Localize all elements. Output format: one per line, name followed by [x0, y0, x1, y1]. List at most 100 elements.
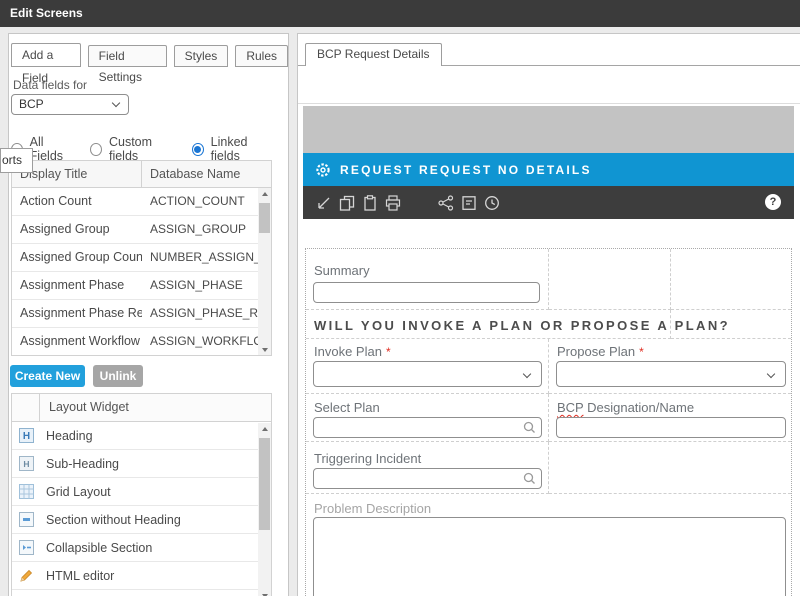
history-icon[interactable] — [484, 195, 500, 211]
select-plan-search-field — [313, 417, 542, 438]
form-cell-summary: Summary — [306, 249, 549, 310]
tab-rules[interactable]: Rules — [235, 45, 288, 67]
select-plan-input[interactable] — [313, 417, 542, 438]
print-icon[interactable] — [385, 194, 401, 211]
data-fields-select[interactable]: BCP — [11, 94, 129, 115]
summary-label: Summary — [314, 263, 370, 278]
widgets-table-scrollbar[interactable] — [258, 423, 271, 596]
column-header-database-name: Database Name — [150, 167, 241, 181]
tab-field-settings[interactable]: Field Settings — [87, 45, 167, 84]
collapsible-icon — [12, 540, 40, 555]
pin-icon[interactable] — [316, 195, 332, 211]
subheading-icon: H — [12, 456, 40, 471]
display-title-cell: Assigned Group Count — [20, 250, 142, 264]
widget-row-subheading[interactable]: H Sub-Heading — [12, 450, 271, 478]
create-new-button[interactable]: Create New — [10, 365, 85, 387]
table-row[interactable]: Assignment Phase ASSIGN_PHASE — [12, 272, 271, 300]
heading-icon: H — [12, 428, 40, 443]
invoke-plan-label: Invoke Plan * — [314, 344, 391, 359]
problem-description-textarea[interactable] — [313, 517, 786, 596]
search-icon[interactable] — [523, 421, 536, 434]
form-icon[interactable] — [461, 195, 477, 211]
fields-table-body: Action Count ACTION_COUNT Assigned Group… — [11, 188, 272, 356]
invoke-plan-select[interactable] — [313, 361, 542, 387]
widget-row-section-without-heading[interactable]: Section without Heading — [12, 506, 271, 534]
preview-banner-placeholder — [303, 106, 794, 153]
app-window: Edit Screens Add a Field Field Settings … — [0, 0, 800, 596]
scroll-down-icon[interactable] — [258, 343, 271, 355]
section-icon — [12, 512, 40, 527]
tab-bcp-request-details[interactable]: BCP Request Details — [305, 43, 442, 66]
data-fields-selected-value: BCP — [19, 97, 44, 111]
chevron-down-icon — [522, 369, 532, 379]
radio-label: Linked fields — [210, 135, 248, 163]
bcp-word: BCP — [557, 400, 584, 415]
propose-plan-label: Propose Plan * — [557, 344, 644, 359]
radio-label: Custom fields — [108, 135, 153, 163]
svg-text:H: H — [22, 431, 29, 442]
table-row[interactable]: Action Count ACTION_COUNT — [12, 188, 271, 216]
form-cell-propose-plan: Propose Plan * — [549, 339, 791, 394]
widget-row-heading[interactable]: H Heading — [12, 422, 271, 450]
left-tab-strip: Add a Field Field Settings Styles Rules — [11, 43, 288, 85]
form-cell-triggering-incident: Triggering Incident — [306, 442, 549, 494]
scrollbar-thumb[interactable] — [259, 438, 270, 530]
layout-widgets-table: Layout Widget H Heading H Sub-Heading Gr… — [11, 393, 272, 596]
table-row[interactable]: Assignment Phase Ref ASSIGN_PHASE_REF — [12, 300, 271, 328]
widget-row-html-editor[interactable]: HTML editor — [12, 562, 271, 590]
paste-icon[interactable] — [362, 194, 378, 211]
database-name-cell: ACTION_COUNT — [150, 194, 245, 208]
widget-label: Sub-Heading — [46, 456, 119, 471]
field-filter-radios: All Fields Custom fields Linked fields — [11, 135, 288, 163]
bcp-designation-input[interactable] — [556, 417, 786, 438]
table-row[interactable]: Assigned Group Count NUMBER_ASSIGN_GROUP — [12, 244, 271, 272]
share-icon[interactable] — [438, 194, 454, 211]
form-cell-bcp-designation: BCP Designation/Name — [549, 394, 791, 442]
radio-custom-fields[interactable]: Custom fields — [90, 135, 176, 163]
form-cell-empty — [549, 442, 791, 494]
html-editor-icon — [12, 568, 40, 583]
required-asterisk: * — [385, 345, 391, 359]
form-cell-select-plan: Select Plan — [306, 394, 549, 442]
tab-add-a-field[interactable]: Add a Field — [11, 43, 81, 85]
database-name-cell: ASSIGN_GROUP — [150, 222, 247, 236]
propose-plan-label-text: Propose Plan — [557, 344, 636, 359]
database-name-cell: ASSIGN_PHASE — [150, 278, 243, 292]
preview-divider — [298, 103, 800, 104]
scroll-up-icon[interactable] — [258, 423, 271, 436]
radio-label: All Fields — [29, 135, 64, 163]
widget-row-collapsible-section[interactable]: Collapsible Section — [12, 534, 271, 562]
triggering-incident-input[interactable] — [313, 468, 542, 489]
linked-fields-table: Display Title Database Name Action Count… — [11, 160, 272, 356]
table-row[interactable]: Assigned Group ASSIGN_GROUP — [12, 216, 271, 244]
scroll-down-icon[interactable] — [258, 589, 271, 596]
form-cell-section-heading: WILL YOU INVOKE A PLAN OR PROPOSE A PLAN… — [306, 310, 728, 339]
fields-table-header: Display Title Database Name — [11, 160, 272, 188]
search-icon[interactable] — [523, 472, 536, 485]
unlink-button[interactable]: Unlink — [93, 365, 143, 387]
tab-styles[interactable]: Styles — [173, 45, 229, 67]
copy-icon[interactable] — [339, 195, 355, 211]
radio-circle-icon — [90, 142, 102, 156]
select-plan-label: Select Plan — [314, 400, 380, 415]
chevron-down-icon — [766, 369, 776, 379]
widget-row-grid-layout[interactable]: Grid Layout — [12, 478, 271, 506]
clipped-tooltip: orts — [0, 148, 33, 173]
radio-linked-fields[interactable]: Linked fields — [191, 135, 272, 163]
scroll-up-icon[interactable] — [258, 188, 271, 201]
preview-header-title: REQUEST REQUEST NO DETAILS — [340, 162, 592, 177]
help-icon[interactable]: ? — [765, 194, 781, 210]
widget-icon-column — [12, 394, 40, 421]
table-row[interactable]: Assignment Workflow ASSIGN_WORKFLOW — [12, 328, 271, 355]
invoke-plan-label-text: Invoke Plan — [314, 344, 382, 359]
app-title: Edit Screens — [10, 6, 83, 20]
triggering-incident-search-field — [313, 468, 542, 489]
propose-plan-select[interactable] — [556, 361, 786, 387]
form-cell-empty — [671, 310, 791, 339]
preview-toolbar: ? — [303, 186, 794, 219]
scrollbar-thumb[interactable] — [259, 203, 270, 233]
form-cell-invoke-plan: Invoke Plan * — [306, 339, 549, 394]
summary-input[interactable] — [313, 282, 540, 303]
field-editor-panel: Add a Field Field Settings Styles Rules … — [0, 33, 289, 596]
fields-table-scrollbar[interactable] — [258, 188, 271, 355]
